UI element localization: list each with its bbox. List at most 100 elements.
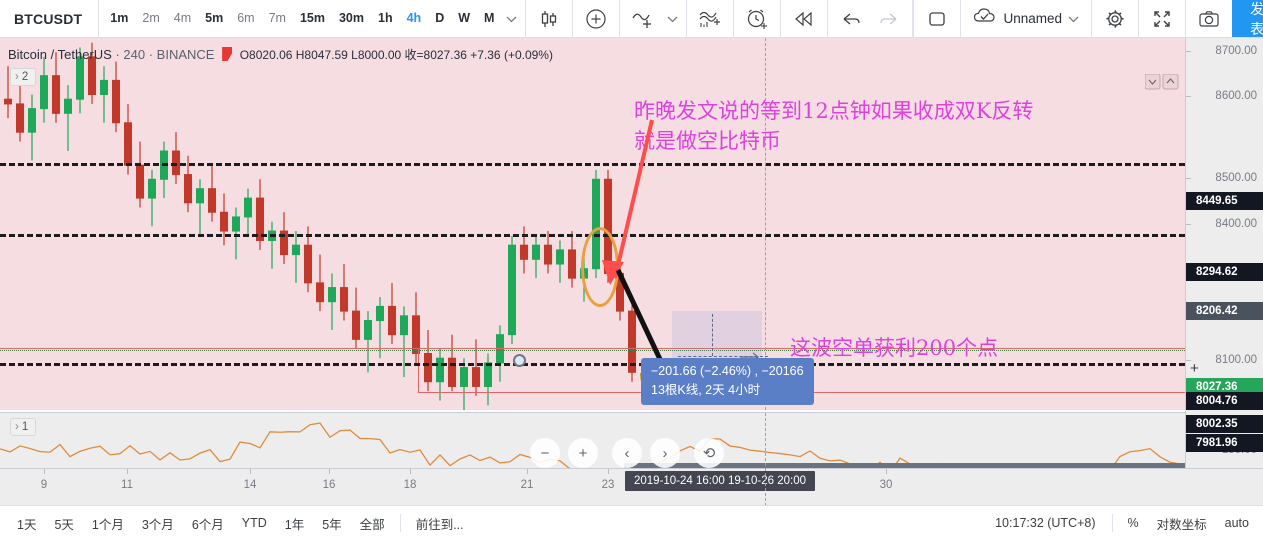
interval-6m[interactable]: 6m [230,0,261,37]
interval-M[interactable]: M [477,0,501,37]
interval-W[interactable]: W [451,0,477,37]
price-axis-tick [1186,96,1191,97]
zoom-in-button[interactable]: + [568,438,598,468]
alarm-add-icon[interactable] [738,0,776,37]
legend-title[interactable]: Bitcoin / TetherUS [8,47,112,62]
chevron-down-icon[interactable] [662,0,682,37]
range-button-5年[interactable]: 5年 [313,514,350,533]
interval-7m[interactable]: 7m [262,0,293,37]
interval-4m[interactable]: 4m [167,0,198,37]
chevron-down-icon[interactable] [501,0,521,37]
range-button-1天[interactable]: 1天 [8,514,45,533]
price-axis-label: 8500.00 [1215,172,1257,184]
indicator-template-icon[interactable] [691,0,729,37]
layout-select-group [913,0,960,37]
legend-exchange[interactable]: BINANCE [157,47,215,62]
chart-layout-name-button[interactable]: Unnamed [960,0,1091,37]
range-button-5天[interactable]: 5天 [45,514,82,533]
interval-1m[interactable]: 1m [103,0,135,37]
level-line-8004[interactable] [0,363,1185,366]
range-button-1个月[interactable]: 1个月 [83,514,133,533]
plus-circle-icon[interactable] [577,0,615,37]
redo-icon[interactable] [870,0,908,37]
sub-pane-badge-count: 1 [21,421,29,433]
main-pane-badge-count: 2 [21,71,29,83]
interval-2m[interactable]: 2m [135,0,166,37]
reset-chart-button[interactable]: ⟲ [694,438,724,468]
time-axis-label: 9 [40,479,48,491]
compare-group [620,0,688,37]
publish-button[interactable]: 发表 [1232,0,1263,37]
measure-tooltip-line1: −201.66 (−2.46%) , −20166 [651,364,804,378]
scroll-left-button[interactable]: ‹ [612,438,642,468]
axis-add-icon[interactable]: + [1190,360,1199,377]
interval-1h[interactable]: 1h [371,0,400,37]
symbol-button[interactable]: BTCUSDT [0,0,100,37]
time-axis-label: 16 [322,479,336,491]
scroll-right-label: › [662,444,668,462]
range-button-6个月[interactable]: 6个月 [183,514,233,533]
legend-interval[interactable]: 240 [123,47,145,62]
price-axis-badge[interactable]: 8004.76 [1186,392,1263,410]
candle-style-icon[interactable] [530,0,568,37]
price-axis-label: 8600.00 [1215,90,1257,102]
range-button-3个月[interactable]: 3个月 [133,514,183,533]
time-axis-label: 14 [243,479,257,491]
chart-legend: Bitcoin / TetherUS · 240 · BINANCE O8020… [8,47,553,62]
zoom-out-button[interactable]: − [530,438,560,468]
measure-tooltip[interactable]: −201.66 (−2.46%) , −20166 13根K线, 2天 4小时 [641,358,814,405]
goto-date-button[interactable]: 前往到... [407,514,473,533]
main-price-pane[interactable]: 昨晚发文说的等到12点钟如果收成双K反转 就是做空比特币 这波空单获利200个点… [0,38,1185,410]
interval-30m[interactable]: 30m [332,0,371,37]
time-axis-range-badge[interactable]: 2019-10-24 16:00 19-10-26 20:00 [625,471,816,491]
fullscreen-group [1138,0,1185,37]
log-scale-button[interactable]: 对数坐标 [1148,514,1216,533]
time-axis-label: 23 [601,479,615,491]
price-axis-tick [1186,224,1191,225]
interval-4h[interactable]: 4h [400,0,429,37]
price-axis-badge[interactable]: 8449.65 [1186,192,1263,210]
interval-D[interactable]: D [428,0,451,37]
layout-square-icon[interactable] [918,0,956,37]
range-button-1年[interactable]: 1年 [276,514,313,533]
time-axis-tick [250,469,251,474]
red-arrow-annotation[interactable] [580,110,670,285]
replay-rewind-icon[interactable] [785,0,823,37]
camera-icon[interactable] [1190,0,1228,37]
annotation-right-note[interactable]: 这波空单获利200个点 [790,333,998,363]
cloud-check-icon [973,7,997,30]
pane-maximize-icons[interactable] [1145,74,1179,90]
interval-5m[interactable]: 5m [198,0,230,37]
scroll-right-button[interactable]: › [650,438,680,468]
time-axis-tick [608,469,609,474]
sub-pane-collapse-badge[interactable]: › 1 [10,418,37,436]
price-axis-badge[interactable]: 7981.96 [1186,434,1263,452]
drawing-anchor-point[interactable] [513,354,526,367]
price-axis-badge[interactable]: 8206.42 [1186,302,1263,320]
gear-icon[interactable] [1096,0,1134,37]
time-axis-tick [44,469,45,474]
date-range-group: 1天 5天 1个月 3个月 6个月 YTD 1年 5年 全部 [0,514,394,533]
main-pane-collapse-badge[interactable]: › 2 [10,68,37,86]
price-axis-label: 8100.00 [1215,354,1257,366]
price-axis-badge[interactable]: 8294.62 [1186,263,1263,281]
compare-add-icon[interactable] [624,0,662,37]
price-axis-badge[interactable]: 8002.35 [1186,415,1263,433]
undo-icon[interactable] [832,0,870,37]
candle-style-group [526,0,574,37]
measure-tooltip-line2: 13根K线, 2天 4小时 [651,383,761,397]
fullscreen-icon[interactable] [1143,0,1181,37]
interval-15m[interactable]: 15m [293,0,332,37]
publish-label: 发表 [1250,0,1263,37]
chevron-down-icon [1068,10,1079,28]
percent-scale-button[interactable]: % [1119,516,1148,530]
range-button-全部[interactable]: 全部 [351,514,394,533]
chart-area: 昨晚发文说的等到12点钟如果收成双K反转 就是做空比特币 这波空单获利200个点… [0,38,1263,505]
scroll-left-label: ‹ [624,444,630,462]
range-button-YTD[interactable]: YTD [233,516,276,530]
annotation-top-note[interactable]: 昨晚发文说的等到12点钟如果收成双K反转 就是做空比特币 [634,96,1033,156]
price-axis[interactable]: + 8700.008600.008500.008400.008100.00150… [1185,38,1263,499]
auto-scale-button[interactable]: auto [1216,516,1263,530]
time-axis-label: 21 [520,479,534,491]
interval-group: 1m 2m 4m 5m 6m 7m 15m 30m 1h 4h D W M [99,0,527,37]
